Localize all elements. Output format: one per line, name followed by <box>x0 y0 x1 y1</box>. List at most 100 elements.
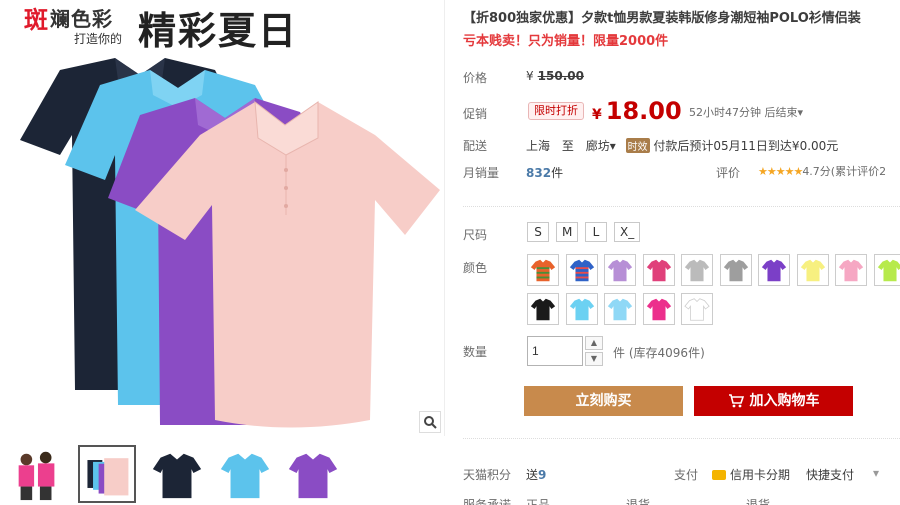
quantity-decrease-button[interactable]: ▼ <box>585 352 603 366</box>
main-product-image: 斑 斓色彩 打造你的 精彩夏日 <box>0 0 445 436</box>
tshirt-icon <box>838 259 864 282</box>
color-swatch-gray[interactable] <box>719 254 752 286</box>
shipping-info: 上海 至 廊坊▾ 时效 付款后预计05月11日到达¥0.00元 <box>526 137 838 154</box>
couple-thumb-image <box>18 451 55 501</box>
skyblue-thumb-image <box>220 453 270 499</box>
service-genuine: 正品 <box>526 498 551 505</box>
delivery-estimate: 付款后预计05月11日到达¥0.00元 <box>653 139 839 153</box>
tshirt-icon <box>646 259 671 282</box>
chevron-down-icon: ▾ <box>797 106 804 119</box>
cart-icon <box>728 394 744 408</box>
magnifier-icon <box>424 416 437 429</box>
thumbnail-skyblue[interactable] <box>216 445 274 503</box>
current-price-value: 18.00 <box>605 97 682 125</box>
color-swatch-lime[interactable] <box>873 254 900 286</box>
quantity-unit: 件 <box>613 346 626 360</box>
sales-number: 832 <box>526 166 552 180</box>
color-swatch-lilac[interactable] <box>604 254 636 286</box>
stock-info: 件 (库存4096件) <box>613 344 705 361</box>
promo-tag: 限时打折 <box>528 102 584 120</box>
thumbnail-couple[interactable] <box>8 445 66 503</box>
original-price-value: 150.00 <box>537 69 584 83</box>
tshirt-icon <box>569 259 594 282</box>
original-price: ¥150.00 <box>526 69 584 83</box>
color-swatch-purple[interactable] <box>758 254 790 286</box>
color-swatch-pink-red[interactable] <box>642 254 675 286</box>
shipping-label: 配送 <box>463 139 488 153</box>
ship-to-word: 至 <box>561 139 574 153</box>
review-label: 评价 <box>716 166 741 180</box>
tshirt-icon <box>761 259 787 282</box>
credit-installment[interactable]: 信用卡分期 <box>712 466 790 483</box>
divider <box>463 438 900 439</box>
ship-destination: 廊坊 <box>585 139 610 153</box>
color-label: 颜色 <box>463 261 488 275</box>
color-swatch-rose[interactable] <box>642 293 675 325</box>
add-to-cart-button[interactable]: 加入购物车 <box>694 386 853 416</box>
tshirt-icon <box>530 259 556 282</box>
chevron-down-icon: ▾ <box>609 139 616 153</box>
multicolor-thumb-image <box>87 458 129 496</box>
size-option-l[interactable]: L <box>585 222 607 242</box>
points-value: 9 <box>538 468 547 482</box>
color-swatch-yellow[interactable] <box>796 254 829 286</box>
quantity-increase-button[interactable]: ▲ <box>585 336 603 350</box>
quantity-input[interactable] <box>527 336 583 366</box>
color-swatch-stripe-blue[interactable] <box>565 254 598 286</box>
color-swatch-sky-blue[interactable] <box>565 293 598 325</box>
countdown-text: 52小时47分钟 后结束 <box>689 106 798 119</box>
credit-label: 信用卡分期 <box>730 468 791 482</box>
color-swatch-light-blue[interactable] <box>604 293 636 325</box>
service-return-2: 退货 <box>746 498 771 505</box>
star-rating-icon: ★★★★★ <box>758 165 803 178</box>
zoom-button[interactable] <box>419 411 441 433</box>
chevron-down-icon[interactable]: ▾ <box>873 466 879 480</box>
size-option-m[interactable]: M <box>556 222 579 242</box>
tshirt-icon <box>684 259 710 282</box>
service-label: 服务承诺 <box>463 498 512 505</box>
banner-brand-first: 斑 <box>24 5 48 34</box>
pay-label: 支付 <box>674 468 699 482</box>
tshirt-icon <box>684 298 710 321</box>
tshirt-icon <box>569 298 594 321</box>
sales-count: 832件 <box>526 164 563 181</box>
quick-pay[interactable]: 快捷支付 <box>806 466 854 483</box>
buy-now-button[interactable]: 立刻购买 <box>524 386 683 416</box>
tshirt-icon <box>530 298 556 321</box>
color-swatch-white[interactable] <box>681 293 713 325</box>
polo-shirts-illustration <box>20 58 440 428</box>
thumbnail-purple[interactable] <box>284 445 342 503</box>
rating-summary[interactable]: ★★★★★4.7分(累计评价2 <box>758 163 886 179</box>
quantity-label: 数量 <box>463 345 488 359</box>
current-price: ¥18.00 <box>592 97 682 125</box>
color-swatch-gray-white[interactable] <box>681 254 713 286</box>
divider <box>463 206 900 207</box>
thumbnail-multicolor[interactable] <box>78 445 136 503</box>
thumbnail-navy[interactable] <box>148 445 206 503</box>
promo-countdown[interactable]: 52小时47分钟 后结束▾ <box>689 104 803 120</box>
rating-score: 4.7分(累计评价2 <box>802 165 887 178</box>
tshirt-icon <box>800 259 825 282</box>
points-label: 天猫积分 <box>463 468 512 482</box>
tshirt-icon <box>607 259 633 282</box>
size-label: 尺码 <box>463 228 488 242</box>
ship-destination-select[interactable]: 廊坊▾ <box>586 139 616 153</box>
product-subtitle: 亏本贱卖！只为销量！限量2000件 <box>463 34 669 49</box>
size-option-x[interactable]: X_ <box>614 222 641 242</box>
ship-from: 上海 <box>526 139 551 153</box>
points-text: 送 <box>526 468 539 482</box>
original-price-currency: ¥ <box>526 69 534 83</box>
thumbnail-strip <box>0 437 445 505</box>
color-swatch-stripe-rainbow[interactable] <box>527 254 559 286</box>
color-swatch-pink[interactable] <box>835 254 867 286</box>
purple-thumb-image <box>288 453 338 499</box>
delivery-time-tag: 时效 <box>625 138 650 153</box>
size-option-s[interactable]: S <box>527 222 549 242</box>
tshirt-icon <box>877 259 900 282</box>
color-swatch-black[interactable] <box>527 293 559 325</box>
banner-brand-rest: 斓色彩 <box>50 7 113 31</box>
sales-label: 月销量 <box>463 166 500 180</box>
service-return: 退货 <box>626 498 651 505</box>
navy-thumb-image <box>152 453 202 499</box>
points-info: 送9 <box>526 466 546 483</box>
